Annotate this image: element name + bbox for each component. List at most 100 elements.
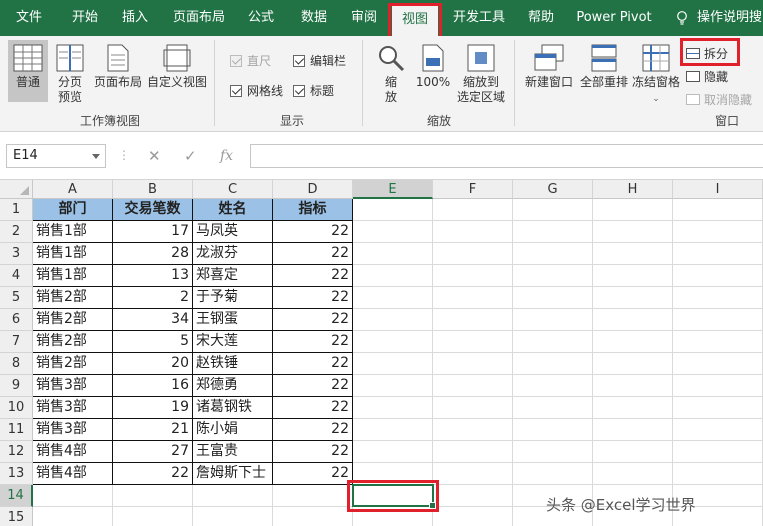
table-cell[interactable]: 22 [113,463,193,485]
empty-cell[interactable] [113,507,193,526]
table-cell[interactable]: 郑德勇 [193,375,273,397]
tab-insert[interactable]: 插入 [112,0,158,36]
empty-cell[interactable] [593,441,673,463]
enter-icon[interactable]: ✓ [184,144,197,168]
column-header[interactable]: A [33,180,113,199]
empty-cell[interactable] [513,287,593,309]
empty-cell[interactable] [433,419,513,441]
empty-cell[interactable] [433,507,513,526]
table-cell[interactable]: 销售2部 [33,309,113,331]
table-cell[interactable]: 17 [113,221,193,243]
table-cell[interactable]: 22 [273,463,353,485]
table-cell[interactable]: 销售1部 [33,243,113,265]
row-header[interactable]: 12 [0,441,33,463]
empty-cell[interactable] [513,199,593,221]
row-header[interactable]: 10 [0,397,33,419]
formula-input[interactable] [250,144,763,168]
empty-cell[interactable] [673,375,763,397]
name-box[interactable]: E14 [6,144,106,168]
empty-cell[interactable] [673,419,763,441]
zoom-to-selection-button[interactable]: 缩放到 选定区域 [454,44,508,105]
empty-cell[interactable] [353,441,433,463]
empty-cell[interactable] [593,353,673,375]
table-cell[interactable]: 16 [113,375,193,397]
table-header-cell[interactable]: 部门 [33,199,113,221]
ruler-checkbox[interactable]: 直尺 [230,52,271,69]
empty-cell[interactable] [433,397,513,419]
cancel-icon[interactable]: ✕ [148,144,161,168]
empty-cell[interactable] [353,331,433,353]
table-cell[interactable]: 销售1部 [33,265,113,287]
empty-cell[interactable] [353,243,433,265]
empty-cell[interactable] [593,463,673,485]
table-header-cell[interactable]: 交易笔数 [113,199,193,221]
row-header[interactable]: 8 [0,353,33,375]
table-cell[interactable]: 王钢蛋 [193,309,273,331]
tab-page-layout[interactable]: 页面布局 [167,0,231,36]
empty-cell[interactable] [513,309,593,331]
empty-cell[interactable] [33,507,113,526]
table-cell[interactable]: 22 [273,397,353,419]
row-header[interactable]: 11 [0,419,33,441]
row-header[interactable]: 6 [0,309,33,331]
new-window-button[interactable]: 新建窗口 [522,44,576,90]
empty-cell[interactable] [433,243,513,265]
empty-cell[interactable] [193,485,273,507]
table-cell[interactable]: 赵铁锤 [193,353,273,375]
empty-cell[interactable] [593,309,673,331]
empty-cell[interactable] [433,309,513,331]
empty-cell[interactable] [433,375,513,397]
table-cell[interactable]: 销售2部 [33,353,113,375]
row-header[interactable]: 3 [0,243,33,265]
empty-cell[interactable] [673,199,763,221]
tab-home[interactable]: 开始 [62,0,108,36]
empty-cell[interactable] [593,419,673,441]
empty-cell[interactable] [593,199,673,221]
empty-cell[interactable] [353,199,433,221]
table-cell[interactable]: 5 [113,331,193,353]
headings-checkbox[interactable]: 标题 [293,82,334,99]
table-cell[interactable]: 销售3部 [33,419,113,441]
freeze-panes-button[interactable]: 冻结窗格 ⌄ [630,44,682,107]
empty-cell[interactable] [593,243,673,265]
table-cell[interactable]: 20 [113,353,193,375]
empty-cell[interactable] [433,199,513,221]
tab-developer[interactable]: 开发工具 [446,0,512,36]
empty-cell[interactable] [513,265,593,287]
empty-cell[interactable] [353,309,433,331]
table-cell[interactable]: 28 [113,243,193,265]
table-cell[interactable]: 13 [113,265,193,287]
unhide-window-button[interactable]: 取消隐藏 [686,91,752,108]
table-cell[interactable]: 马凤英 [193,221,273,243]
zoom-button[interactable]: 缩 放 [374,44,408,105]
table-cell[interactable]: 销售3部 [33,397,113,419]
empty-cell[interactable] [513,441,593,463]
table-cell[interactable]: 22 [273,441,353,463]
empty-cell[interactable] [513,331,593,353]
column-header[interactable]: D [273,180,353,199]
active-cell-cursor[interactable] [352,484,436,509]
row-header[interactable]: 1 [0,199,33,221]
empty-cell[interactable] [353,507,433,526]
empty-cell[interactable] [353,463,433,485]
empty-cell[interactable] [33,485,113,507]
table-cell[interactable]: 销售4部 [33,441,113,463]
empty-cell[interactable] [593,265,673,287]
column-header[interactable]: G [513,180,593,199]
empty-cell[interactable] [433,485,513,507]
freeze-panes-dropdown-icon[interactable]: ⌄ [652,94,660,104]
empty-cell[interactable] [513,221,593,243]
empty-cell[interactable] [593,287,673,309]
table-cell[interactable]: 2 [113,287,193,309]
table-cell[interactable]: 销售4部 [33,463,113,485]
table-cell[interactable]: 22 [273,243,353,265]
empty-cell[interactable] [513,243,593,265]
table-cell[interactable]: 销售1部 [33,221,113,243]
page-layout-view-button[interactable]: 页面布局 [92,44,144,90]
row-header[interactable]: 14 [0,485,33,507]
page-break-preview-button[interactable]: 分页 预览 [52,44,88,105]
row-header[interactable]: 15 [0,507,33,526]
empty-cell[interactable] [433,463,513,485]
table-cell[interactable]: 22 [273,221,353,243]
empty-cell[interactable] [673,287,763,309]
